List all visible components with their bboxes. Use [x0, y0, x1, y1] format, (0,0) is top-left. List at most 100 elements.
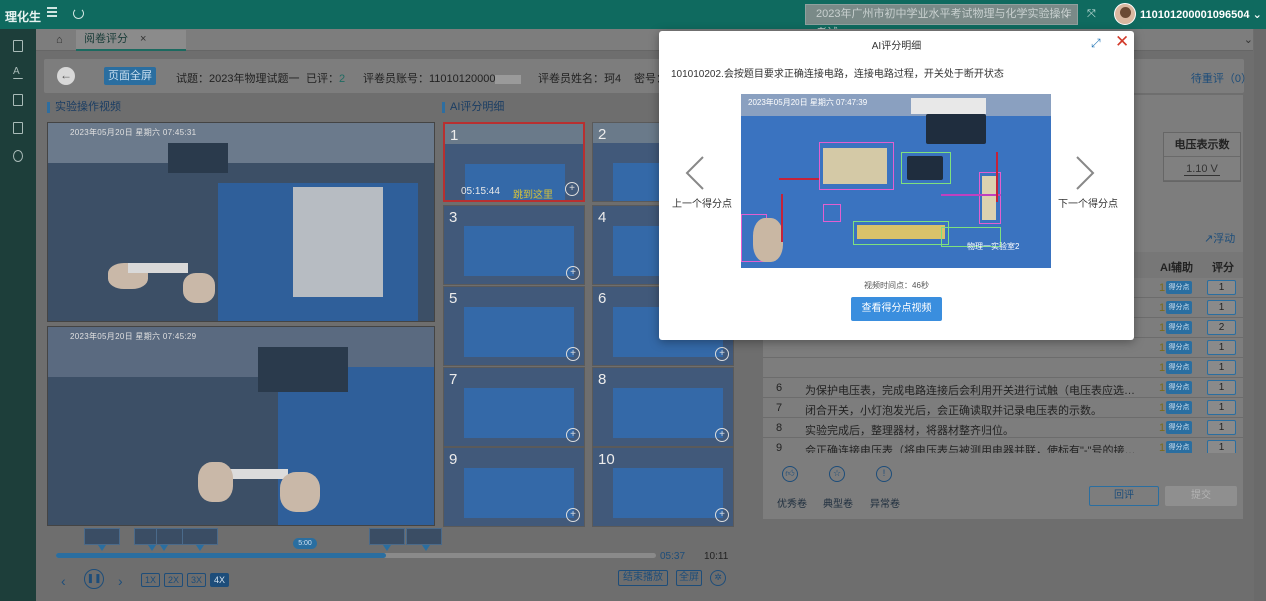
scrollbar[interactable]	[1254, 29, 1266, 601]
ai-thumb-5[interactable]: 5 +	[443, 286, 585, 366]
video-fullscreen-button[interactable]: 全屏	[676, 570, 702, 586]
timeline-marker[interactable]	[182, 528, 218, 545]
zoom-icon[interactable]: +	[566, 347, 580, 361]
abnormal-paper-button[interactable]: 异常卷	[870, 495, 900, 510]
zoom-icon[interactable]: +	[715, 347, 729, 361]
video-player-bottom[interactable]: 2023年05月20日 星期六 07:45:29	[47, 326, 435, 526]
ai-thumb-7[interactable]: 7 +	[443, 367, 585, 447]
alert-icon[interactable]: !	[876, 466, 892, 482]
timeline-marker[interactable]	[369, 528, 405, 545]
timeline-pin[interactable]	[196, 545, 204, 551]
chevron-left-icon[interactable]	[683, 153, 707, 193]
ai-thumb-10[interactable]: 10 +	[592, 447, 734, 527]
zoom-icon[interactable]: +	[566, 508, 580, 522]
current-time: 05:37	[660, 551, 686, 562]
submit-button[interactable]: 提交	[1165, 486, 1237, 506]
fullscreen-button[interactable]: 页面全屏	[104, 67, 156, 85]
timeline-pin[interactable]	[160, 545, 168, 551]
excellent-paper-button[interactable]: 优秀卷	[777, 495, 807, 510]
speed-2x[interactable]: 2X	[164, 573, 183, 587]
score-input[interactable]: 1	[1207, 400, 1236, 415]
top-bar: 理化生 2023年广州市初中学业水平考试物理与化学实验操作考试 ⌄ ⤧ 1101…	[0, 0, 1266, 39]
sidebar-report-icon[interactable]	[13, 122, 23, 134]
timeline-pin[interactable]	[148, 545, 156, 551]
ai-thumb-3[interactable]: 3 +	[443, 205, 585, 285]
timeline-marker[interactable]	[406, 528, 442, 545]
chevron-right-icon[interactable]	[1073, 153, 1097, 193]
tabs-chevron-icon[interactable]: ⌄	[1244, 33, 1253, 46]
user-id[interactable]: 110101200001096504 ⌄	[1140, 8, 1262, 21]
fullscreen-icon[interactable]: ⤧	[1087, 8, 1096, 21]
ai-thumb-9[interactable]: 9 +	[443, 447, 585, 527]
end-play-button[interactable]: 结束播放	[618, 570, 668, 586]
menu-icon[interactable]	[47, 7, 57, 17]
ai-thumb-1[interactable]: 1 05:15:44 跳到这里 +	[443, 122, 585, 202]
close-tab-icon[interactable]: ×	[140, 33, 146, 45]
close-icon[interactable]: ✕	[1115, 32, 1129, 52]
re-evaluate-button[interactable]: 回评	[1089, 486, 1159, 506]
speed-1x[interactable]: 1X	[141, 573, 160, 587]
timeline-pin[interactable]	[422, 545, 430, 551]
score-input[interactable]: 1	[1207, 280, 1236, 295]
score-point-badge[interactable]: 得分点	[1166, 381, 1192, 394]
ai-thumb-8[interactable]: 8 +	[592, 367, 734, 447]
video-section-title: 实验操作视频	[47, 102, 121, 113]
timeline-pin[interactable]	[98, 545, 106, 551]
view-score-point-video-button[interactable]: 查看得分点视频	[851, 297, 942, 321]
zoom-icon[interactable]: +	[565, 182, 579, 196]
zoom-icon[interactable]: +	[715, 508, 729, 522]
score-input[interactable]: 1	[1207, 380, 1236, 395]
score-point-badge[interactable]: 得分点	[1166, 301, 1192, 314]
score-input[interactable]: 1	[1207, 420, 1236, 435]
zoom-icon[interactable]: +	[715, 428, 729, 442]
table-row: 1 得分点 1	[763, 338, 1243, 358]
sidebar-settings-icon[interactable]	[13, 150, 23, 162]
timeline-pin[interactable]	[383, 545, 391, 551]
ai-score-detail-modal: AI评分明细 ⤢ ✕ 101010202.会按题目要求正确连接电路，连接电路过程…	[659, 31, 1134, 340]
score-input[interactable]: 2	[1207, 320, 1236, 335]
tab-grading[interactable]: 阅卷评分 ×	[76, 30, 186, 51]
prev-point-button[interactable]: 上一个得分点	[672, 195, 732, 210]
video-player-top[interactable]: 2023年05月20日 星期六 07:45:31	[47, 122, 435, 322]
score-input[interactable]: 1	[1207, 340, 1236, 355]
prev-icon[interactable]: ‹	[61, 573, 66, 589]
next-icon[interactable]: ›	[118, 573, 123, 589]
float-link[interactable]: ↗浮动	[1204, 230, 1235, 246]
thumbs-up-icon[interactable]: 👍︎	[782, 466, 798, 482]
score-point-badge[interactable]: 得分点	[1166, 361, 1192, 374]
score-point-badge[interactable]: 得分点	[1166, 401, 1192, 414]
film-reel-icon[interactable]: ✲	[710, 570, 726, 586]
score-input[interactable]: 1	[1207, 360, 1236, 375]
back-button[interactable]: ←	[57, 67, 75, 85]
speed-4x[interactable]: 4X	[210, 573, 229, 587]
sidebar-a-icon[interactable]: A	[13, 67, 23, 79]
zoom-icon[interactable]: +	[566, 428, 580, 442]
score-point-badge[interactable]: 得分点	[1166, 421, 1192, 434]
star-icon[interactable]: ☆	[829, 466, 845, 482]
home-icon[interactable]: ⌂	[56, 34, 63, 46]
score-input[interactable]: 1	[1207, 300, 1236, 315]
table-row: 8 实验完成后，整理器材，将器材整齐归位。 1 得分点 1	[763, 418, 1243, 438]
timeline-progress	[56, 553, 386, 558]
typical-paper-button[interactable]: 典型卷	[823, 495, 853, 510]
speed-3x[interactable]: 3X	[187, 573, 206, 587]
sidebar-list-icon[interactable]	[13, 94, 23, 106]
chevron-down-icon: ⌄	[1061, 8, 1071, 20]
jump-here-link[interactable]: 跳到这里	[513, 186, 553, 200]
avatar[interactable]	[1114, 3, 1136, 25]
pause-button[interactable]: ❚❚	[84, 569, 104, 589]
next-point-button[interactable]: 下一个得分点	[1058, 195, 1118, 210]
expand-icon[interactable]: ⤢	[1091, 36, 1101, 51]
timeline-track[interactable]	[56, 553, 656, 558]
refresh-icon[interactable]	[73, 8, 84, 19]
modal-title: AI评分明细	[871, 41, 922, 52]
score-point-badge[interactable]: 得分点	[1166, 281, 1192, 294]
voltage-header: 电压表示数	[1164, 133, 1240, 157]
zoom-icon[interactable]: +	[566, 266, 580, 280]
exam-select[interactable]: 2023年广州市初中学业水平考试物理与化学实验操作考试 ⌄	[805, 4, 1078, 39]
timeline-marker[interactable]	[84, 528, 120, 545]
pending-reeval-link[interactable]: 待重评（0）	[1191, 70, 1252, 86]
sidebar-doc-icon[interactable]	[13, 40, 23, 52]
score-point-badge[interactable]: 得分点	[1166, 341, 1192, 354]
score-point-badge[interactable]: 得分点	[1166, 321, 1192, 334]
